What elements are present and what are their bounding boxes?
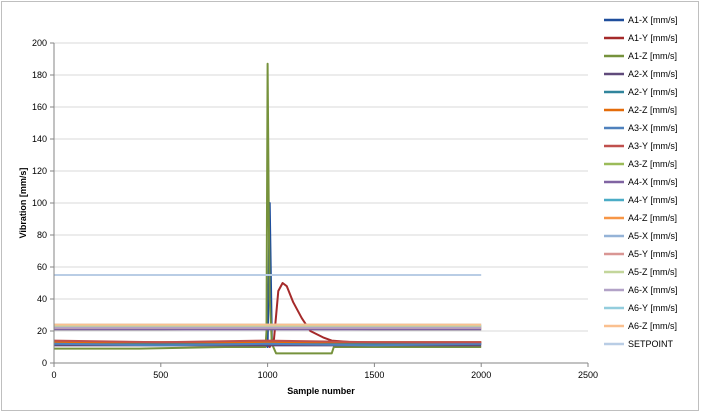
legend-label: A6-Z [mm/s] [628,321,677,331]
y-tick-label: 0 [42,358,47,368]
gridlines [54,42,588,332]
y-tick-label: 80 [37,230,47,240]
legend-label: A6-Y [mm/s] [628,303,677,313]
y-tick-label: 180 [32,70,47,80]
legend-label: A1-X [mm/s] [628,15,678,25]
legend-label: A5-Z [mm/s] [628,267,677,277]
legend-label: A6-X [mm/s] [628,285,678,295]
legend-label: A2-Y [mm/s] [628,87,677,97]
legend-label: A4-Y [mm/s] [628,195,677,205]
legend-label: A1-Z [mm/s] [628,51,677,61]
chart-svg: 0204060801001201401601802000 500 1000 1500 2… [18,15,678,396]
legend-label: A4-X [mm/s] [628,177,678,187]
y-tick-label: 60 [37,262,47,272]
y-tick-label: 200 [32,38,47,48]
legend: A1-X [mm/s] A1-Y [mm/s] A1-Z [mm/s] A2-X [m… [604,15,678,349]
legend-label: A2-Z [mm/s] [628,105,677,115]
x-axis-label: Sample number [287,386,355,396]
legend-label: A5-X [mm/s] [628,231,678,241]
legend-label: A1-Y [mm/s] [628,33,677,43]
legend-label: A5-Y [mm/s] [628,249,677,259]
y-axis-label: Vibration [mm/s] [18,168,28,239]
x-tick-label: 1000 [258,370,278,380]
legend-label: A3-Y [mm/s] [628,141,677,151]
legend-label: A3-X [mm/s] [628,123,678,133]
legend-label: A4-Z [mm/s] [628,213,677,223]
y-tick-label: 40 [37,294,47,304]
x-tick-label: 2500 [578,370,598,380]
x-tick-label: 0 [51,370,56,380]
x-tick-label: 2000 [471,370,491,380]
x-tick-label: 1500 [364,370,384,380]
y-tick-label: 20 [37,326,47,336]
x-tick-label: 500 [153,370,168,380]
y-tick-label: 120 [32,166,47,176]
y-tick-label: 140 [32,134,47,144]
legend-label: SETPOINT [628,339,674,349]
y-tick-label: 160 [32,102,47,112]
legend-label: A3-Z [mm/s] [628,159,677,169]
legend-label: A2-X [mm/s] [628,69,678,79]
y-tick-label: 100 [32,198,47,208]
